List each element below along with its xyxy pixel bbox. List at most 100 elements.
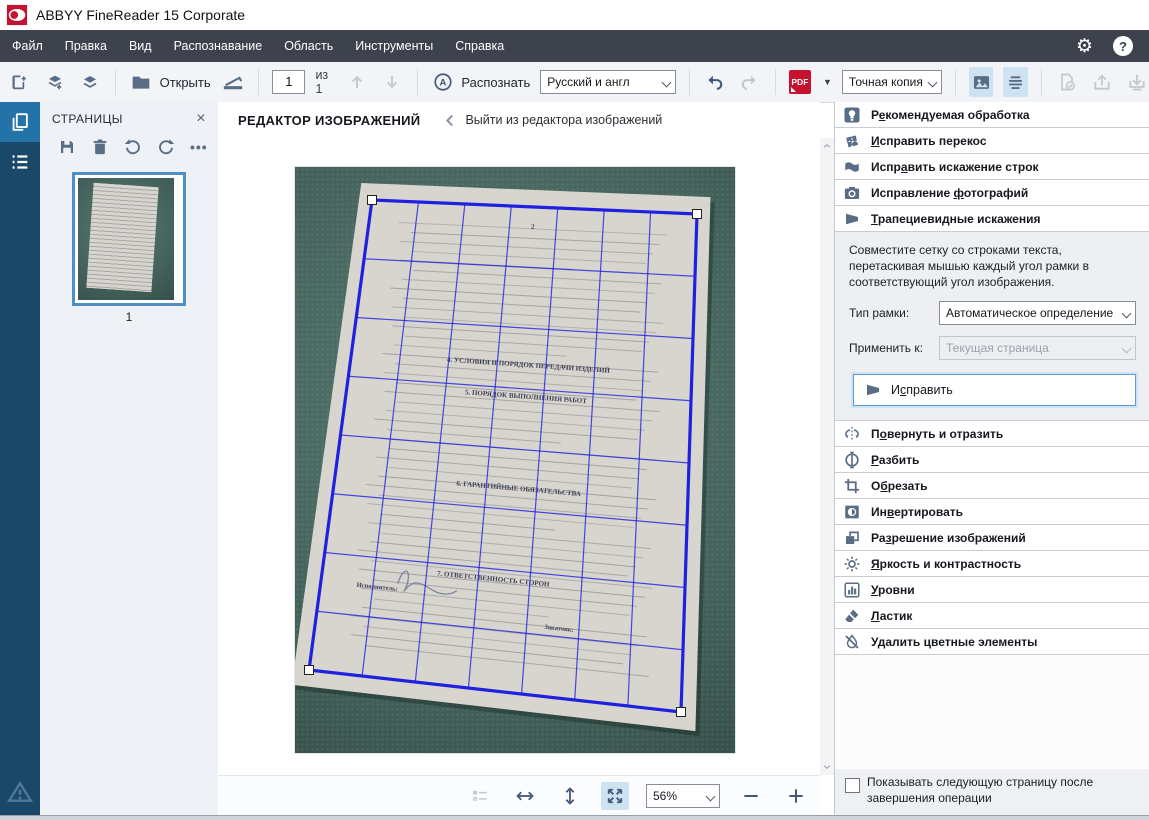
more-options-button[interactable]: ••• — [190, 139, 208, 155]
menu-item[interactable]: Справка — [455, 39, 504, 53]
title-bar: ABBYY FineReader 15 Corporate — [0, 0, 1149, 30]
fit-height-button[interactable] — [556, 782, 584, 810]
scanner-icon — [222, 71, 244, 93]
language-select[interactable]: Русский и англ — [540, 70, 676, 94]
undo-button[interactable] — [703, 67, 728, 97]
menu-item[interactable]: Файл — [12, 39, 43, 53]
menu-item[interactable]: Инструменты — [355, 39, 433, 53]
tool-trapezoid[interactable]: Трапециевидные искажения — [835, 206, 1149, 232]
rail-list-button[interactable] — [0, 142, 40, 182]
frame-type-value: Автоматическое определение — [946, 306, 1114, 321]
window-bottom-edge — [0, 815, 1149, 820]
mode-select[interactable]: Точная копия — [841, 70, 942, 94]
tool-rotateflip[interactable]: Повернуть и отразить — [835, 421, 1149, 448]
open-button[interactable] — [129, 67, 154, 97]
fix-button[interactable]: Исправить — [853, 374, 1136, 407]
save-as-button[interactable] — [1124, 67, 1149, 97]
tool-label: Повернуть и отразить — [871, 426, 1004, 441]
perspective-grid-overlay[interactable]: 24. УСЛОВИЯ И ПОРЯДОК ПЕРЕДАЧИ ИЗДЕЛИЙ5.… — [295, 167, 735, 753]
apply-to-label: Применить к: — [849, 341, 923, 356]
pdf-dropdown-caret-icon[interactable]: ▼ — [823, 77, 832, 87]
pages-icon — [9, 111, 31, 133]
text-view-toggle[interactable] — [1003, 67, 1029, 97]
close-icon[interactable]: × — [196, 111, 206, 127]
tool-split[interactable]: Разбить — [835, 447, 1149, 474]
fit-width-button[interactable] — [511, 782, 539, 810]
tool-label: Уровни — [871, 582, 915, 597]
new-document-button[interactable] — [8, 67, 33, 97]
verify-button[interactable] — [1055, 67, 1080, 97]
page-count-label: из 1 — [315, 68, 329, 96]
tool-resolution[interactable]: Разрешение изображений — [835, 525, 1149, 552]
scroll-up-icon[interactable] — [820, 138, 834, 154]
trapezoid-icon — [843, 210, 871, 228]
tool-lightbulb[interactable]: Рекомендуемая обработка — [835, 102, 1149, 128]
open-label[interactable]: Открыть — [160, 75, 211, 90]
tool-eraser[interactable]: Ластик — [835, 603, 1149, 630]
scan-button[interactable] — [221, 67, 246, 97]
send-button[interactable] — [1090, 67, 1115, 97]
save-pdf-button[interactable]: PDF — [788, 70, 811, 94]
tool-label: Разбить — [871, 452, 920, 467]
menu-item[interactable]: Вид — [129, 39, 152, 53]
tool-label: Исправление фотографий — [871, 185, 1029, 200]
tool-brightness[interactable]: Яркость и контрастность — [835, 551, 1149, 578]
warning-icon — [7, 779, 33, 805]
menu-item[interactable]: Правка — [65, 39, 107, 53]
show-next-page-label: Показывать следующую страницу после заве… — [867, 775, 1094, 805]
thumbnail-paper — [86, 183, 160, 293]
zoom-in-button[interactable] — [782, 782, 810, 810]
rotate-right-button[interactable] — [157, 138, 175, 156]
exit-editor-button[interactable]: Выйти из редактора изображений — [442, 112, 662, 129]
image-view-toggle[interactable] — [968, 67, 994, 97]
help-icon[interactable]: ? — [1113, 36, 1133, 56]
rotateflip-icon — [843, 425, 871, 443]
tool-invert[interactable]: Инвертировать — [835, 499, 1149, 526]
rail-pages-button[interactable] — [0, 102, 40, 142]
document-check-icon — [1057, 72, 1077, 92]
page-thumbnail[interactable] — [72, 172, 186, 306]
recognize-button[interactable]: A — [431, 67, 456, 97]
menu-item[interactable]: Область — [284, 39, 333, 53]
vertical-scrollbar[interactable] — [820, 138, 834, 775]
previous-page-button[interactable] — [344, 67, 369, 97]
zoom-select[interactable]: 56% — [646, 784, 720, 808]
undo-icon — [705, 73, 724, 92]
tool-camera[interactable]: Исправление фотографий — [835, 180, 1149, 206]
tool-crop[interactable]: Обрезать — [835, 473, 1149, 500]
frame-type-select[interactable]: Автоматическое определение — [939, 301, 1136, 326]
zoom-out-button[interactable] — [737, 782, 765, 810]
tools-top-list: Рекомендуемая обработка Исправить перекос… — [835, 102, 1149, 232]
rotate-left-button[interactable] — [124, 138, 142, 156]
add-pages-button[interactable] — [43, 67, 68, 97]
redo-button[interactable] — [737, 67, 762, 97]
scroll-down-icon[interactable] — [820, 759, 834, 775]
page-number-input[interactable]: 1 — [272, 70, 306, 94]
trapezoid-section: Совместите сетку со строками текста, пер… — [835, 232, 1149, 422]
show-next-page-checkbox[interactable] — [845, 778, 860, 793]
settings-gear-icon[interactable]: ⚙ — [1076, 37, 1093, 56]
thumbnails-toggle-button[interactable] — [466, 782, 494, 810]
export-down-icon — [1127, 72, 1147, 92]
next-page-button[interactable] — [379, 67, 404, 97]
lightbulb-icon — [843, 106, 871, 124]
editor-canvas[interactable]: 2 4. УСЛОВИЯ И ПОРЯДОК ПЕРЕДАЧИ ИЗДЕЛИЙ 5.… — [218, 138, 820, 776]
tool-removecolor[interactable]: Удалить цветные элементы — [835, 629, 1149, 656]
rotate-ccw-icon — [124, 138, 142, 156]
tool-levels[interactable]: Уровни — [835, 577, 1149, 604]
recognize-label[interactable]: Распознать — [461, 75, 530, 90]
tool-deskew[interactable]: Исправить перекос — [835, 128, 1149, 154]
save-page-button[interactable] — [58, 138, 76, 156]
tool-wavylines[interactable]: Исправить искажение строк — [835, 154, 1149, 180]
menu-item[interactable]: Распознавание — [174, 39, 263, 53]
fix-button-label: Исправить — [891, 383, 953, 398]
tools-panel: Рекомендуемая обработка Исправить перекос… — [834, 102, 1149, 816]
delete-page-button[interactable] — [91, 138, 109, 156]
pages-stack-button[interactable] — [77, 67, 102, 97]
menu-bar: Файл Правка Вид Распознавание Область Инструм… — [0, 30, 1149, 62]
camera-icon — [843, 184, 871, 202]
document-photo[interactable]: 2 4. УСЛОВИЯ И ПОРЯДОК ПЕРЕДАЧИ ИЗДЕЛИЙ 5.… — [295, 167, 735, 753]
fit-page-button[interactable] — [601, 782, 629, 810]
wavylines-icon — [843, 158, 871, 176]
warning-button[interactable] — [0, 770, 40, 814]
